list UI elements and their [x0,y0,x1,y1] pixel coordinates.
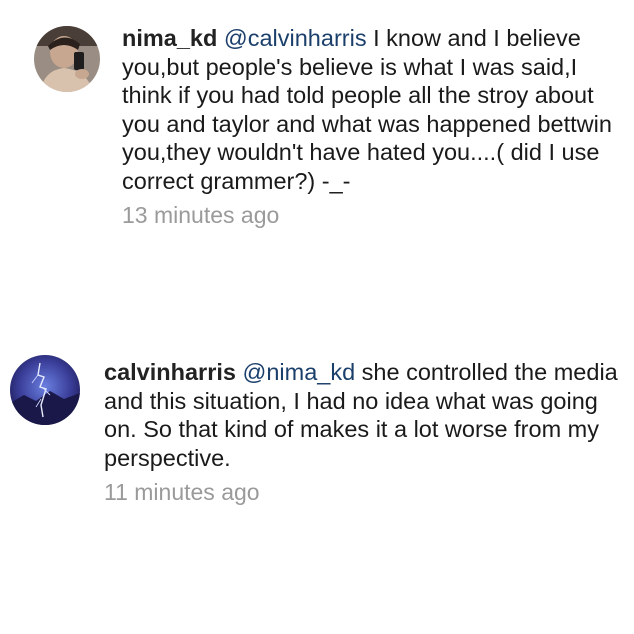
comment-mention[interactable]: @calvinharris [224,25,367,51]
comment-timestamp: 13 minutes ago [122,202,280,228]
comment-username[interactable]: calvinharris [104,359,236,385]
comment-timestamp: 11 minutes ago [104,479,260,505]
user-avatar[interactable] [10,355,80,425]
comment-username[interactable]: nima_kd [122,25,217,51]
comment-mention[interactable]: @nima_kd [242,359,355,385]
user-avatar[interactable] [34,26,100,92]
comment-body: nima_kd @calvinharris I know and I belie… [122,24,622,230]
comment-body: calvinharris @nima_kd she controlled the… [104,358,629,507]
